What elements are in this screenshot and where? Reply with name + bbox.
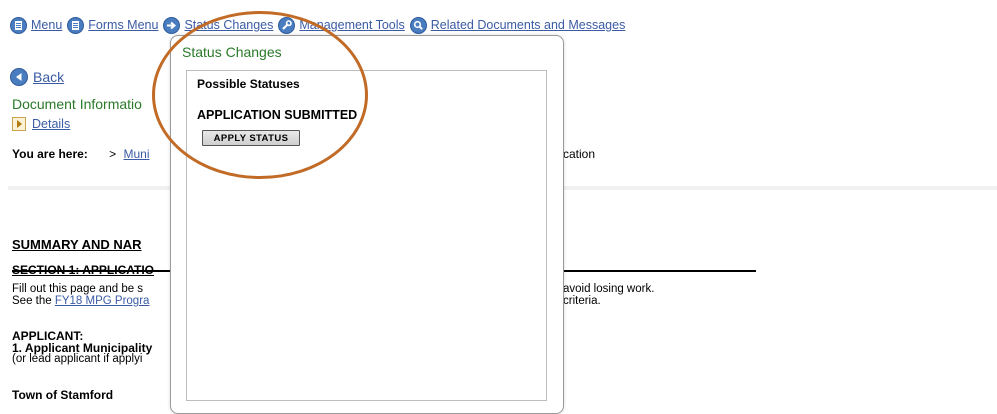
magnifier-icon [409, 16, 427, 34]
summary-heading: SUMMARY AND NAR [12, 237, 142, 252]
expand-icon [12, 117, 26, 131]
details-link[interactable]: Details [32, 117, 70, 131]
nav-related-documents-link[interactable]: Related Documents and Messages [431, 18, 626, 32]
nav-forms-menu-link[interactable]: Forms Menu [88, 18, 158, 32]
breadcrumb-label: You are here: [12, 147, 88, 161]
document-icon [10, 16, 27, 34]
nav-menu-link[interactable]: Menu [31, 18, 62, 32]
nav-forms-menu[interactable]: Forms Menu [67, 16, 158, 34]
document-information-heading: Document Informatio [12, 96, 142, 112]
applicant-value: Town of Stamford [12, 388, 114, 402]
nav-related-documents[interactable]: Related Documents and Messages [409, 16, 626, 34]
lead-applicant-note: (or lead applicant if applyi [12, 353, 143, 365]
program-guide-link[interactable]: FY18 MPG Progra [55, 295, 150, 307]
instruction-text: Fill out this page and be s [12, 283, 144, 295]
highlight-circle [152, 11, 368, 179]
breadcrumb: You are here: > Muni [12, 147, 150, 161]
breadcrumb-tail: cation [563, 147, 596, 161]
instruction-text-right: avoid losing work. [563, 283, 655, 295]
instruction-prefix: See the [12, 295, 55, 307]
arrow-right-icon [163, 16, 181, 34]
instruction-text-right-2: criteria. [563, 295, 601, 307]
breadcrumb-link[interactable]: Muni [124, 147, 150, 161]
back-arrow-icon [10, 68, 28, 86]
document-icon [67, 16, 85, 34]
nav-menu[interactable]: Menu [10, 16, 62, 34]
back-link-label[interactable]: Back [33, 69, 64, 85]
back-link[interactable]: Back [10, 68, 64, 86]
instruction-text-2: See the FY18 MPG Progra [12, 295, 149, 307]
breadcrumb-separator: > [109, 147, 117, 161]
details-toggle[interactable]: Details [12, 117, 70, 131]
page-header-cut-off [0, 0, 5, 12]
